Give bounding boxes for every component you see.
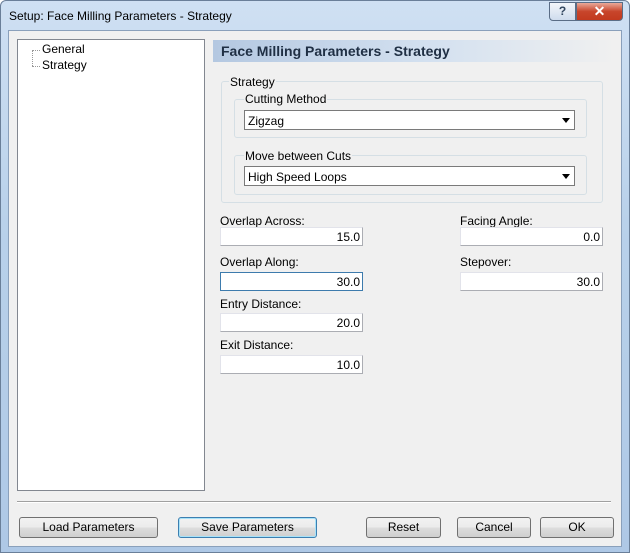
- ok-button[interactable]: OK: [540, 517, 614, 538]
- title-bar[interactable]: Setup: Face Milling Parameters - Strateg…: [1, 1, 629, 31]
- entry-distance-field[interactable]: 20.0: [220, 313, 363, 332]
- dialog-window: Setup: Face Milling Parameters - Strateg…: [0, 0, 630, 553]
- strategy-group-label: Strategy: [229, 75, 276, 89]
- overlap-across-label: Overlap Across:: [220, 214, 305, 228]
- settings-tree: General Strategy: [17, 39, 205, 491]
- save-parameters-button[interactable]: Save Parameters: [178, 517, 317, 538]
- close-icon: ✕: [593, 3, 606, 19]
- cutting-method-select[interactable]: Zigzag: [244, 110, 575, 130]
- close-button[interactable]: ✕: [576, 2, 623, 21]
- tree-item-strategy[interactable]: Strategy: [42, 58, 87, 72]
- chevron-down-icon: [562, 174, 570, 179]
- panel-header: Face Milling Parameters - Strategy: [213, 40, 615, 62]
- exit-distance-field[interactable]: 10.0: [220, 355, 363, 374]
- button-separator: [17, 501, 611, 503]
- help-button[interactable]: ?: [549, 2, 576, 21]
- stepover-field[interactable]: 30.0: [460, 272, 603, 291]
- tree-connector: [32, 50, 40, 51]
- stepover-label: Stepover:: [460, 255, 512, 269]
- overlap-across-field[interactable]: 15.0: [220, 227, 363, 246]
- load-parameters-button[interactable]: Load Parameters: [19, 517, 158, 538]
- facing-angle-field[interactable]: 0.0: [460, 227, 603, 246]
- dialog-client-area: General Strategy Face Milling Parameters…: [8, 30, 622, 547]
- cutting-method-label: Cutting Method: [244, 92, 328, 106]
- help-icon: ?: [558, 4, 567, 18]
- tree-connector: [32, 50, 33, 66]
- overlap-along-field[interactable]: 30.0: [220, 272, 363, 291]
- tree-item-general[interactable]: General: [42, 42, 85, 56]
- cutting-method-value: Zigzag: [248, 114, 285, 128]
- move-between-cuts-label: Move between Cuts: [244, 149, 353, 163]
- exit-distance-label: Exit Distance:: [220, 338, 294, 352]
- window-title: Setup: Face Milling Parameters - Strateg…: [9, 9, 232, 23]
- tree-connector: [32, 66, 40, 67]
- move-between-cuts-select[interactable]: High Speed Loops: [244, 166, 575, 186]
- entry-distance-label: Entry Distance:: [220, 297, 302, 311]
- overlap-along-label: Overlap Along:: [220, 255, 299, 269]
- move-between-cuts-value: High Speed Loops: [248, 170, 347, 184]
- chevron-down-icon: [562, 118, 570, 123]
- reset-button[interactable]: Reset: [366, 517, 441, 538]
- facing-angle-label: Facing Angle:: [460, 214, 533, 228]
- panel-title: Face Milling Parameters - Strategy: [221, 43, 450, 59]
- cancel-button[interactable]: Cancel: [457, 517, 531, 538]
